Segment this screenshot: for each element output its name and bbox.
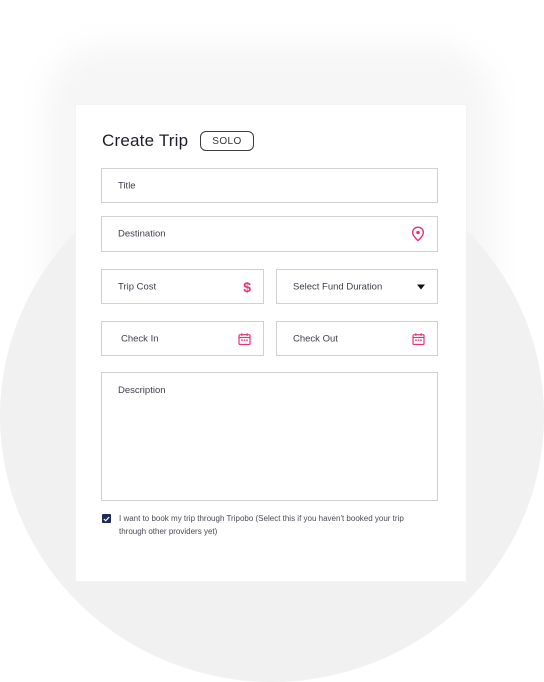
caret-down-icon[interactable] [417,284,425,289]
fund-duration-select[interactable]: Select Fund Duration [276,269,438,304]
trip-cost-input[interactable]: Trip Cost $ [101,269,264,304]
check-out-input[interactable]: Check Out [276,321,438,356]
calendar-icon[interactable] [412,332,425,345]
dollar-icon: $ [243,278,251,295]
trip-type-badge[interactable]: SOLO [200,131,254,151]
location-pin-icon[interactable] [411,226,425,242]
check-out-placeholder: Check Out [293,333,338,344]
page-title: Create Trip [102,131,189,150]
book-through-tripobo-row: I want to book my trip through Tripobo (… [102,512,422,538]
check-in-placeholder: Check In [121,333,159,344]
calendar-icon[interactable] [238,332,251,345]
description-placeholder: Description [118,385,166,396]
book-through-tripobo-label: I want to book my trip through Tripobo (… [119,514,404,536]
destination-placeholder: Destination [118,228,166,240]
trip-cost-placeholder: Trip Cost [118,281,157,292]
fund-duration-placeholder: Select Fund Duration [293,281,383,292]
description-textarea[interactable]: Description [101,372,438,501]
title-placeholder: Title [118,180,136,191]
check-in-input[interactable]: Check In [101,321,264,356]
destination-input[interactable]: Destination [101,216,438,252]
create-trip-card: Create Trip SOLO Title Destination Trip … [76,105,466,581]
checkmark-icon [103,516,110,522]
title-input[interactable]: Title [101,168,438,203]
book-through-tripobo-checkbox[interactable] [102,514,111,523]
card-header: Create Trip SOLO [102,131,254,151]
